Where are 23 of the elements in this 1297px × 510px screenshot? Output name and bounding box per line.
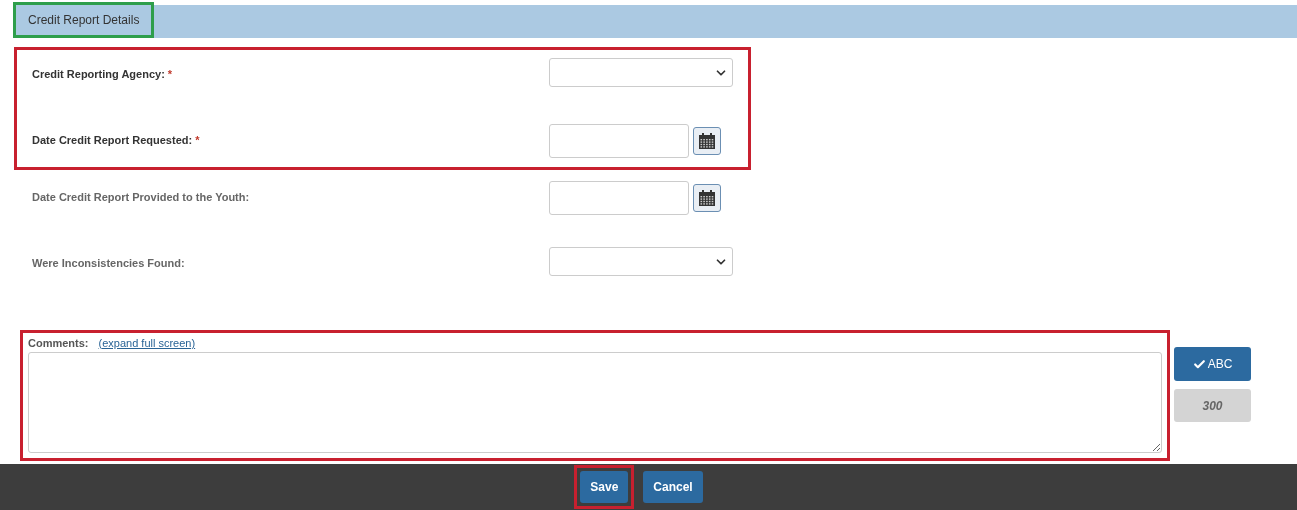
save-button[interactable]: Save (580, 471, 629, 503)
calendar-icon (698, 189, 716, 207)
check-icon (1192, 357, 1206, 371)
character-counter: 300 (1174, 389, 1251, 422)
spell-check-button[interactable]: ABC (1174, 347, 1251, 381)
dropdown[interactable] (549, 58, 733, 87)
section-title: Credit Report Details (13, 2, 155, 38)
cancel-button[interactable]: Cancel (643, 471, 703, 503)
comments-field[interactable] (28, 352, 1162, 453)
field-label: Were Inconsistencies Found: (32, 257, 185, 269)
expand-link[interactable]: (expand full screen) (98, 334, 196, 352)
field-label: Date Credit Report Provided to the Youth: (32, 191, 250, 203)
comments-label: Comments: (28, 335, 89, 351)
calendar-button[interactable] (693, 184, 721, 212)
required-marker: * (195, 134, 200, 146)
date-field[interactable] (549, 124, 689, 158)
date-field[interactable] (549, 181, 689, 215)
required-marker: * (167, 68, 173, 80)
field-label: Date Credit Report Requested: (32, 134, 193, 146)
field-label: Credit Reporting Agency: (32, 68, 165, 80)
dropdown[interactable] (549, 247, 733, 276)
calendar-icon (698, 132, 716, 150)
calendar-button[interactable] (693, 127, 721, 155)
